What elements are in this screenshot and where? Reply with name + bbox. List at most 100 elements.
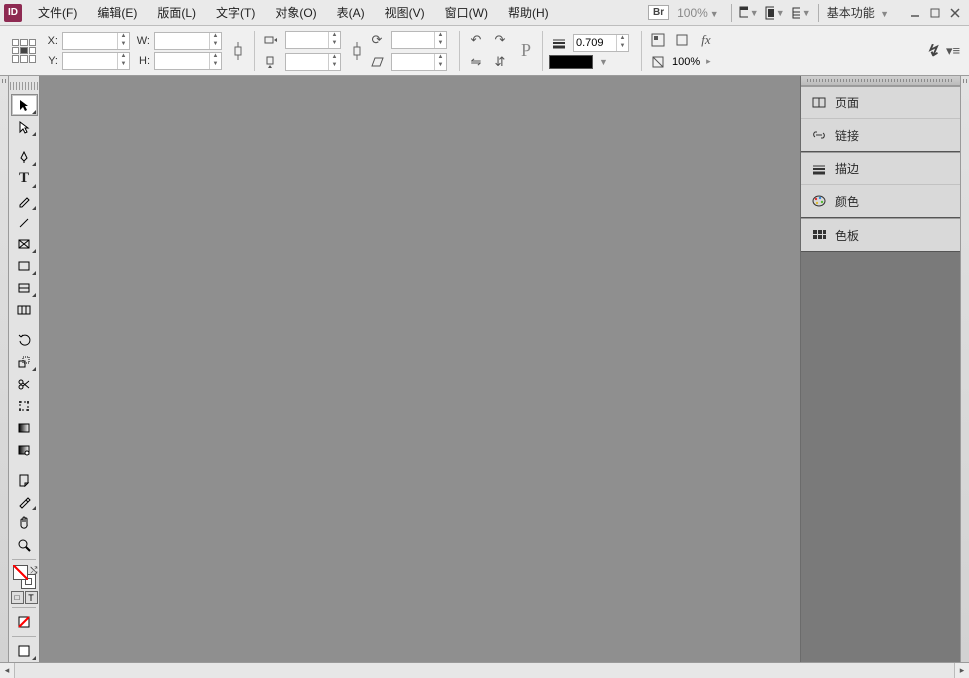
fill-swatch[interactable] bbox=[13, 565, 28, 580]
corner-options-button[interactable] bbox=[672, 30, 692, 50]
scale-x-input[interactable] bbox=[286, 32, 328, 48]
w-field[interactable]: ▲▼ bbox=[154, 32, 222, 50]
fill-stroke-control[interactable]: ⤭ bbox=[11, 565, 38, 589]
apply-to-container-button[interactable]: □ bbox=[11, 591, 24, 604]
reference-point-grid[interactable] bbox=[12, 39, 36, 63]
pen-tool[interactable] bbox=[11, 146, 38, 168]
y-input[interactable] bbox=[63, 53, 117, 69]
x-input[interactable] bbox=[63, 33, 117, 49]
horizontal-scrollbar[interactable]: ◂ ▸ bbox=[0, 662, 969, 677]
arrange-documents-button[interactable]: ▼ bbox=[764, 3, 786, 23]
maximize-button[interactable] bbox=[928, 6, 942, 20]
scale-x-spinner[interactable]: ▲▼ bbox=[328, 32, 340, 48]
menu-window[interactable]: 窗口(W) bbox=[435, 0, 498, 25]
h-spinner[interactable]: ▲▼ bbox=[209, 53, 221, 69]
menu-edit[interactable]: 编辑(E) bbox=[87, 0, 147, 25]
shear-input[interactable] bbox=[392, 54, 434, 70]
scale-y-field[interactable]: ▲▼ bbox=[285, 53, 341, 71]
stroke-weight-input[interactable] bbox=[574, 35, 616, 51]
opacity-value[interactable]: 100% bbox=[672, 56, 700, 68]
panel-stroke[interactable]: 描边 bbox=[801, 153, 960, 185]
panel-color[interactable]: 颜色 bbox=[801, 185, 960, 217]
shear-spinner[interactable]: ▲▼ bbox=[434, 54, 446, 70]
chevron-down-icon[interactable]: ▼ bbox=[599, 57, 608, 67]
menu-help[interactable]: 帮助(H) bbox=[498, 0, 559, 25]
y-spinner[interactable]: ▲▼ bbox=[117, 53, 129, 69]
note-tool[interactable] bbox=[11, 469, 38, 491]
rectangle-frame-tool[interactable] bbox=[11, 233, 38, 255]
menu-table[interactable]: 表(A) bbox=[327, 0, 375, 25]
quick-apply-button[interactable]: ↯ bbox=[926, 41, 939, 61]
menu-view[interactable]: 视图(V) bbox=[375, 0, 435, 25]
close-button[interactable] bbox=[948, 6, 962, 20]
control-panel-menu-button[interactable]: ▾≡ bbox=[943, 41, 963, 61]
scale-x-field[interactable]: ▲▼ bbox=[285, 31, 341, 49]
scroll-right-button[interactable]: ▸ bbox=[954, 663, 969, 678]
menu-object[interactable]: 对象(O) bbox=[265, 0, 326, 25]
pencil-tool[interactable] bbox=[11, 190, 38, 212]
stroke-weight-spinner[interactable]: ▲▼ bbox=[616, 35, 628, 51]
scroll-left-button[interactable]: ◂ bbox=[0, 663, 15, 678]
bridge-button[interactable]: Br bbox=[648, 5, 669, 20]
document-canvas[interactable] bbox=[40, 76, 800, 662]
tools-gripper[interactable] bbox=[10, 82, 38, 90]
menu-layout[interactable]: 版面(L) bbox=[147, 0, 206, 25]
horizontal-grid-tool[interactable] bbox=[11, 277, 38, 299]
view-mode-button[interactable] bbox=[11, 640, 38, 662]
gradient-swatch-tool[interactable] bbox=[11, 417, 38, 439]
constrain-scale-button[interactable] bbox=[347, 41, 367, 61]
hand-tool[interactable] bbox=[11, 512, 38, 534]
rectangle-tool[interactable] bbox=[11, 255, 38, 277]
view-options-button[interactable]: ▼ bbox=[790, 3, 812, 23]
stroke-weight-field[interactable]: ▲▼ bbox=[573, 34, 629, 52]
panel-swatches[interactable]: 色板 bbox=[801, 219, 960, 251]
zoom-tool[interactable] bbox=[11, 534, 38, 556]
shear-field[interactable]: ▲▼ bbox=[391, 53, 447, 71]
scale-y-spinner[interactable]: ▲▼ bbox=[328, 54, 340, 70]
screen-mode-button[interactable]: ▼ bbox=[738, 3, 760, 23]
rotate-tool[interactable] bbox=[11, 329, 38, 351]
direct-selection-tool[interactable] bbox=[11, 116, 38, 138]
w-input[interactable] bbox=[155, 33, 209, 49]
stroke-style-swatch[interactable] bbox=[549, 55, 593, 69]
gradient-feather-tool[interactable] bbox=[11, 439, 38, 461]
eyedropper-tool[interactable] bbox=[11, 491, 38, 513]
fx-button[interactable]: fx bbox=[696, 30, 716, 50]
y-field[interactable]: ▲▼ bbox=[62, 52, 130, 70]
panel-links[interactable]: 链接 bbox=[801, 119, 960, 151]
text-wrap-button[interactable] bbox=[648, 30, 668, 50]
type-tool[interactable]: T bbox=[11, 168, 38, 190]
right-dock-gripper[interactable] bbox=[801, 76, 960, 86]
apply-to-text-button[interactable]: T bbox=[25, 591, 38, 604]
scale-tool[interactable] bbox=[11, 351, 38, 373]
scroll-track[interactable] bbox=[15, 663, 954, 678]
h-input[interactable] bbox=[155, 53, 209, 69]
panel-pages[interactable]: 页面 bbox=[801, 87, 960, 119]
scale-y-input[interactable] bbox=[286, 54, 328, 70]
constrain-wh-button[interactable] bbox=[228, 41, 248, 61]
x-field[interactable]: ▲▼ bbox=[62, 32, 130, 50]
rotate-spinner[interactable]: ▲▼ bbox=[434, 32, 446, 48]
rotate-cw-button[interactable]: ↷ bbox=[490, 30, 510, 50]
free-transform-tool[interactable] bbox=[11, 395, 38, 417]
scissors-tool[interactable] bbox=[11, 373, 38, 395]
menu-type[interactable]: 文字(T) bbox=[206, 0, 265, 25]
minimize-button[interactable] bbox=[908, 6, 922, 20]
selection-tool[interactable] bbox=[11, 94, 38, 116]
rotate-ccw-button[interactable]: ↶ bbox=[466, 30, 486, 50]
w-spinner[interactable]: ▲▼ bbox=[209, 33, 221, 49]
zoom-level-display[interactable]: 100%▼ bbox=[677, 6, 719, 20]
flip-h-button[interactable]: ⇋ bbox=[466, 52, 486, 72]
x-spinner[interactable]: ▲▼ bbox=[117, 33, 129, 49]
workspace-switcher[interactable]: 基本功能 ▼ bbox=[827, 4, 889, 21]
rotate-field[interactable]: ▲▼ bbox=[391, 31, 447, 49]
apply-none-button[interactable] bbox=[11, 611, 38, 633]
rotate-input[interactable] bbox=[392, 32, 434, 48]
table-tool[interactable] bbox=[11, 299, 38, 321]
menu-file[interactable]: 文件(F) bbox=[28, 0, 87, 25]
flip-v-button[interactable]: ⇵ bbox=[490, 52, 510, 72]
left-dock-collapse-strip[interactable] bbox=[0, 76, 9, 662]
right-dock-collapse-strip[interactable] bbox=[960, 76, 969, 662]
line-tool[interactable] bbox=[11, 212, 38, 234]
h-field[interactable]: ▲▼ bbox=[154, 52, 222, 70]
